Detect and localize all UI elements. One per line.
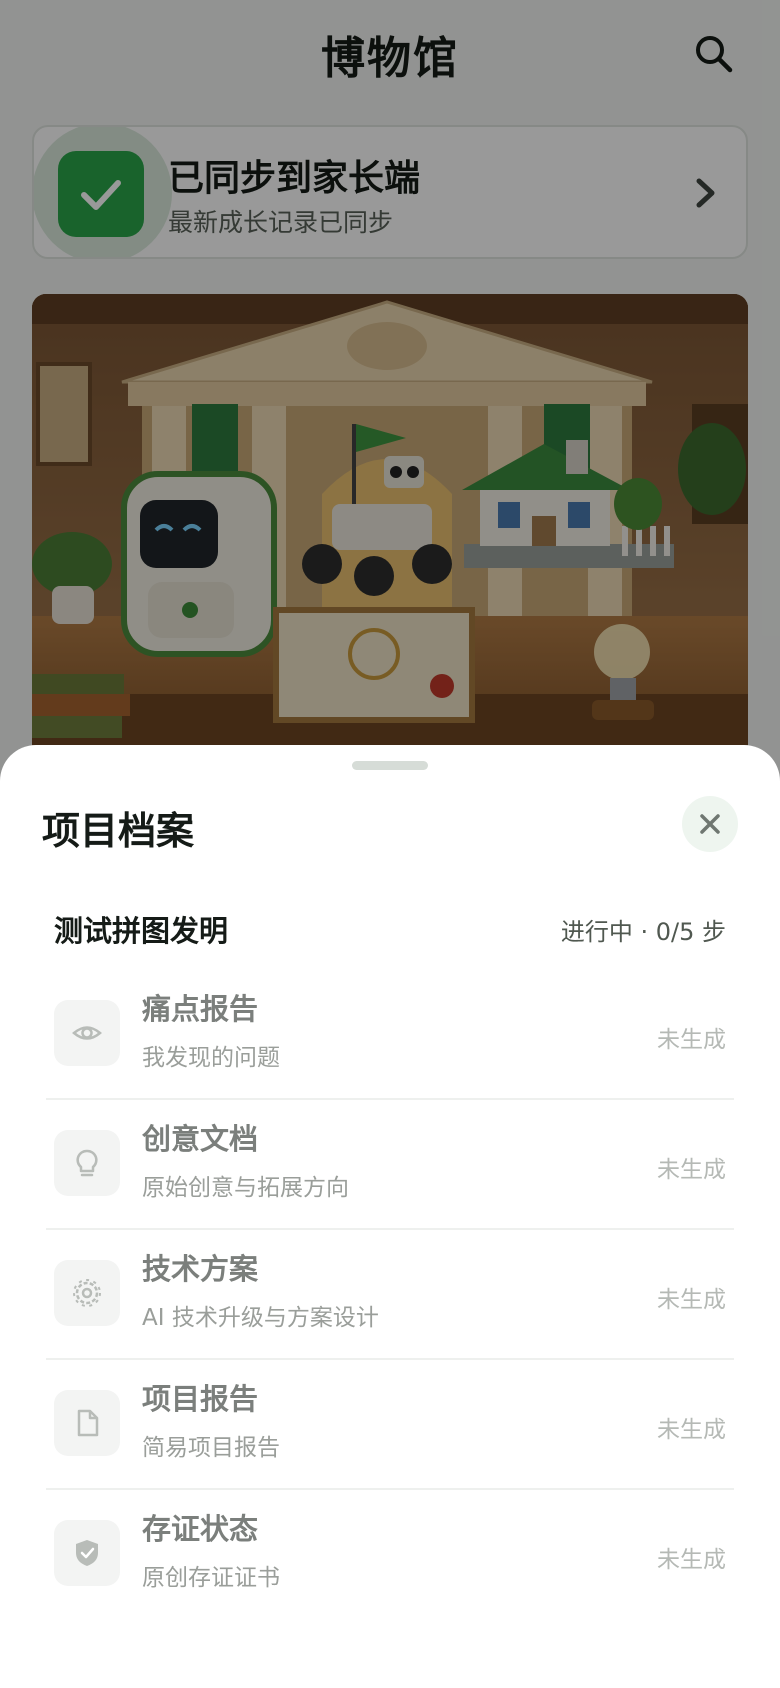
archive-item-pain-report[interactable]: 痛点报告 我发现的问题 未生成 [46,970,734,1100]
archive-item-subtitle: 简易项目报告 [142,1435,280,1461]
archive-item-subtitle: AI 技术升级与方案设计 [142,1305,379,1331]
archive-item-tech-plan[interactable]: 技术方案 AI 技术升级与方案设计 未生成 [46,1230,734,1360]
archive-item-title: 痛点报告 [142,992,259,1026]
eye-icon [54,1000,120,1066]
archive-item-state: 未生成 [657,1287,726,1313]
archive-item-subtitle: 原创存证证书 [142,1565,280,1591]
shield-check-icon [54,1520,120,1586]
archive-item-subtitle: 原始创意与拓展方向 [142,1175,349,1201]
archive-item-state: 未生成 [657,1547,726,1573]
sheet-drag-handle[interactable] [352,761,428,770]
lightbulb-icon [54,1130,120,1196]
archive-item-certification[interactable]: 存证状态 原创存证证书 未生成 [46,1490,734,1620]
archive-item-title: 创意文档 [142,1122,259,1156]
archive-item-state: 未生成 [657,1157,726,1183]
archive-item-state: 未生成 [657,1417,726,1443]
archive-item-idea-doc[interactable]: 创意文档 原始创意与拓展方向 未生成 [46,1100,734,1230]
archive-item-title: 存证状态 [142,1512,259,1546]
document-icon [54,1390,120,1456]
project-progress: 进行中 · 0/5 步 [560,918,726,946]
sheet-title: 项目档案 [42,809,195,853]
gear-icon [54,1260,120,1326]
archive-item-subtitle: 我发现的问题 [142,1045,280,1071]
archive-item-project-report[interactable]: 项目报告 简易项目报告 未生成 [46,1360,734,1490]
project-archive-sheet: 项目档案 测试拼图发明 进行中 · 0/5 步 痛点报告 我发现的问题 未生成 … [0,745,780,1688]
archive-item-title: 项目报告 [142,1382,259,1416]
close-button[interactable] [682,796,738,852]
archive-item-state: 未生成 [657,1027,726,1053]
close-icon [700,814,720,834]
archive-item-title: 技术方案 [142,1252,259,1286]
project-name: 测试拼图发明 [54,914,229,948]
